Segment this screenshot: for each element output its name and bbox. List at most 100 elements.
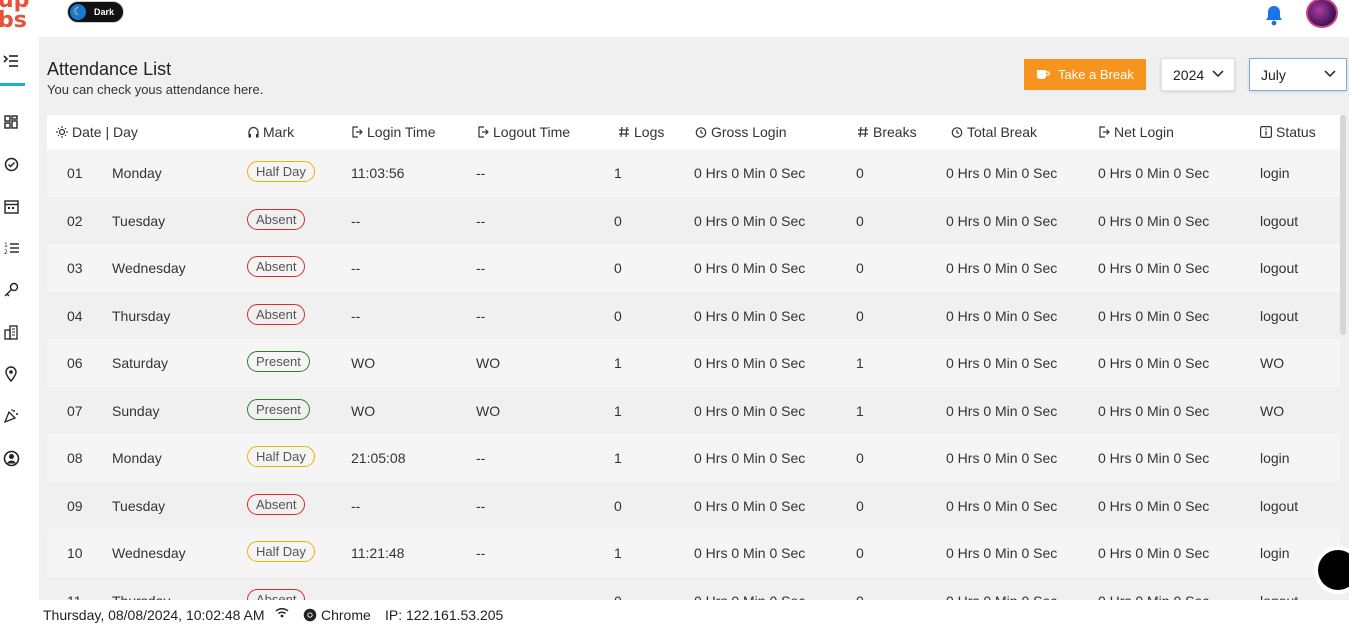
sidebar-active-indicator (0, 83, 25, 86)
row-gross-login: 0 Hrs 0 Min 0 Sec (694, 402, 806, 419)
key-icon[interactable] (0, 279, 22, 301)
header-login-time[interactable]: Login Time (351, 124, 435, 140)
take-break-button[interactable]: Take a Break (1024, 59, 1146, 90)
mark-badge: Absent (247, 493, 306, 515)
mark-badge: Half Day (247, 161, 315, 182)
row-logout-time: -- (476, 260, 486, 276)
mark-badge: Absent (247, 208, 306, 230)
row-date: 09 (67, 497, 83, 514)
row-gross-login: 0 Hrs 0 Min 0 Sec (694, 497, 806, 514)
row-logs: 0 (614, 497, 622, 514)
mark-badge: Present (247, 351, 310, 372)
row-breaks: 0 (856, 593, 864, 601)
row-gross-login: 0 Hrs 0 Min 0 Sec (694, 545, 806, 561)
notification-bell-icon[interactable] (1264, 4, 1284, 26)
calendar-icon[interactable] (0, 195, 22, 217)
user-circle-icon[interactable] (0, 447, 22, 469)
row-status: login (1260, 165, 1290, 181)
party-icon[interactable] (0, 405, 22, 427)
row-date: 02 (67, 212, 83, 229)
page-title: Attendance List (47, 59, 172, 79)
header-gross-login[interactable]: Gross Login (695, 124, 786, 140)
dashboard-icon[interactable] (0, 111, 22, 133)
status-ip: IP: 122.161.53.205 (385, 607, 504, 623)
status-bar: Thursday, 08/08/2024, 10:02:48 AM Chrome… (0, 600, 1349, 625)
timer-icon (695, 127, 707, 138)
row-logs: 1 (614, 165, 622, 181)
row-day: Sunday (112, 402, 160, 419)
user-avatar[interactable] (1306, 0, 1338, 28)
row-day: Saturday (112, 355, 169, 371)
row-login-time: 11:21:48 (351, 545, 405, 561)
row-status: WO (1260, 355, 1285, 371)
header-logout-time[interactable]: Logout Time (477, 124, 570, 140)
row-breaks: 0 (856, 307, 864, 324)
row-net-login: 0 Hrs 0 Min 0 Sec (1098, 165, 1210, 181)
row-logs: 1 (614, 402, 622, 419)
wifi-icon (275, 607, 289, 618)
list-icon[interactable]: 12 (0, 237, 22, 259)
row-day: Wednesday (112, 260, 186, 276)
moon-icon: ☾ (70, 4, 86, 20)
header-status[interactable]: Status (1260, 124, 1316, 140)
row-net-login: 0 Hrs 0 Min 0 Sec (1098, 545, 1210, 561)
status-datetime: Thursday, 08/08/2024, 10:02:48 AM (43, 607, 265, 623)
mark-badge: Absent (247, 303, 306, 325)
row-gross-login: 0 Hrs 0 Min 0 Sec (694, 355, 806, 371)
logout-icon (478, 126, 489, 138)
sun-icon (56, 126, 68, 138)
login-icon (352, 126, 363, 138)
row-logs: 1 (614, 545, 622, 561)
row-logs: 0 (614, 260, 622, 276)
row-gross-login: 0 Hrs 0 Min 0 Sec (694, 593, 805, 601)
row-status: login (1260, 545, 1290, 561)
row-logs: 1 (614, 355, 622, 371)
app-logo[interactable]: up bs (0, 0, 46, 34)
row-gross-login: 0 Hrs 0 Min 0 Sec (694, 307, 806, 324)
row-day: Tuesday (112, 212, 166, 229)
row-breaks: 0 (856, 260, 864, 276)
location-icon[interactable] (0, 363, 22, 385)
row-net-login: 0 Hrs 0 Min 0 Sec (1098, 307, 1210, 324)
header-date-day[interactable]: Date | Day (56, 124, 138, 140)
table-scrollbar[interactable] (1340, 115, 1346, 335)
row-net-login: 0 Hrs 0 Min 0 Sec (1098, 212, 1210, 229)
timer-icon (951, 127, 963, 138)
row-day: Thursday (112, 593, 170, 601)
month-select-value: July (1261, 66, 1286, 83)
table-header: Date | Day Mark Login Time Logout Time L… (47, 115, 1340, 149)
row-gross-login: 0 Hrs 0 Min 0 Sec (694, 212, 806, 229)
check-circle-icon[interactable] (0, 153, 22, 175)
header-breaks[interactable]: Breaks (857, 124, 917, 140)
menu-collapse-icon[interactable] (0, 50, 22, 72)
chrome-icon (303, 608, 317, 622)
row-login-time: -- (351, 260, 361, 276)
row-breaks: 0 (856, 545, 864, 561)
row-total-break: 0 Hrs 0 Min 0 Sec (946, 450, 1058, 466)
header-mark[interactable]: Mark (248, 124, 294, 140)
row-date: 08 (67, 450, 83, 466)
year-select-value: 2024 (1173, 66, 1205, 83)
svg-text:1: 1 (4, 242, 8, 249)
header-total-break[interactable]: Total Break (951, 124, 1037, 140)
row-date: 11 (67, 593, 82, 601)
login-icon (1099, 126, 1110, 138)
row-breaks: 1 (856, 402, 864, 419)
hash-icon (858, 126, 868, 138)
theme-toggle[interactable]: ☾ Dark (67, 1, 124, 23)
row-date: 04 (67, 307, 83, 324)
year-select[interactable]: 2024 (1161, 58, 1235, 91)
header-net-login[interactable]: Net Login (1098, 124, 1174, 140)
row-date: 07 (67, 402, 83, 419)
building-icon[interactable] (0, 321, 22, 343)
chevron-down-icon (1324, 70, 1336, 78)
row-logout-time: -- (476, 165, 486, 181)
row-net-login: 0 Hrs 0 Min 0 Sec (1098, 450, 1210, 466)
month-select[interactable]: July (1249, 58, 1347, 91)
table-row: 07 Sunday WO WO 1 0 Hrs 0 Min 0 Sec 1 0 Hrs 0 M… (47, 386, 1340, 434)
row-logout-time: -- (476, 307, 486, 324)
header-logs[interactable]: Logs (618, 124, 664, 140)
row-logout-time: -- (476, 497, 486, 514)
row-status: logout (1260, 260, 1299, 276)
row-net-login: 0 Hrs 0 Min 0 Sec (1098, 593, 1209, 601)
